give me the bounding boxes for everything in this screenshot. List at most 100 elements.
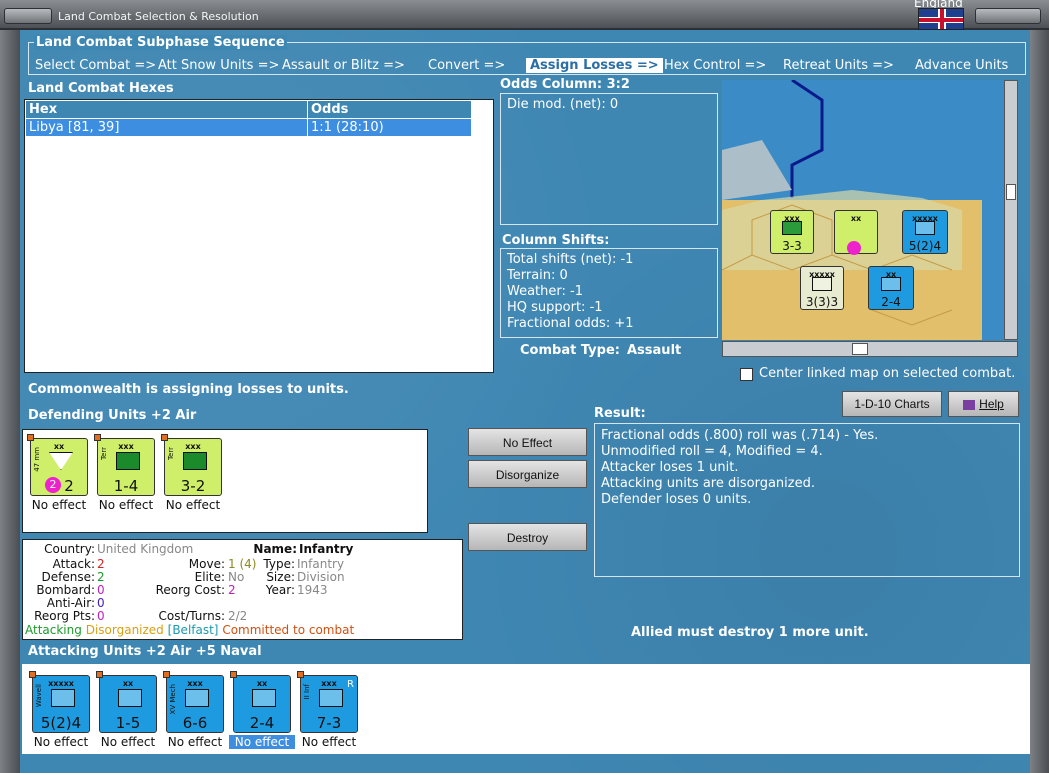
reorg-pts-key: Reorg Pts:: [34, 609, 95, 623]
result-line: Attacking units are disorganized.: [601, 476, 815, 491]
odds-cell[interactable]: 1:1 (28:10): [307, 118, 472, 137]
destroy-button[interactable]: Destroy: [468, 523, 587, 551]
map-unit[interactable]: xx 2-4: [868, 266, 914, 310]
result-line: Unmodified roll = 4, Modified = 4.: [601, 444, 823, 459]
unit-stats: 5(2)4: [40, 714, 82, 732]
seq-assault-or-blitz[interactable]: Assault or Blitz =>: [282, 58, 405, 73]
para-triangle-icon: [49, 452, 73, 470]
territorial-icon: [183, 452, 207, 470]
year-key: Year:: [265, 583, 295, 597]
seq-att-snow-units[interactable]: Att Snow Units =>: [158, 58, 279, 73]
no-effect-button[interactable]: No Effect: [468, 428, 587, 456]
col-hex[interactable]: Hex: [25, 100, 308, 119]
attacking-unit-selected[interactable]: xx 2-4: [230, 671, 293, 735]
move-value: 1 (4): [228, 557, 257, 571]
disorganize-button[interactable]: Disorganize: [468, 460, 587, 488]
col-odds[interactable]: Odds: [307, 100, 472, 119]
center-map-checkbox[interactable]: [740, 368, 753, 381]
infantry-icon: [252, 689, 276, 707]
unit-corps: xx: [256, 679, 268, 688]
unit-side-label: Terr: [167, 447, 175, 461]
reorg-pts-value: 0: [97, 609, 105, 623]
combat-map[interactable]: xxx 3-3 xx xxxxx 5(2)4 xxxxx 3(3)3 xx 2-…: [722, 80, 1018, 340]
unit-side-label: Terr: [100, 447, 108, 461]
unit-status-line: Attacking Disorganized [Belfast] Committ…: [25, 623, 354, 637]
unit-caption: No effect: [31, 498, 87, 512]
odds-box: Die mod. (net): 0: [500, 93, 718, 225]
map-scrollbar-v[interactable]: [1004, 80, 1018, 340]
seq-convert[interactable]: Convert =>: [428, 58, 505, 73]
unit-stats: 7-3: [316, 714, 342, 732]
unit-caption: No effect: [100, 735, 156, 749]
defense-key: Defense:: [41, 570, 95, 584]
size-key: Size:: [266, 570, 295, 584]
unit-stats: 2: [64, 477, 74, 495]
attack-value: 2: [97, 557, 105, 571]
map-scroll-thumb-v[interactable]: [1006, 184, 1016, 200]
hex-cell[interactable]: Libya [81, 39]: [25, 118, 308, 137]
shift-hq-support: HQ support: -1: [507, 300, 603, 315]
map-unit[interactable]: xxxxx 3(3)3: [800, 266, 844, 310]
map-unit-corps: xx: [850, 214, 862, 223]
cost-turns-key: Cost/Turns:: [158, 609, 225, 623]
shifts-title: Column Shifts:: [502, 233, 610, 248]
infantry-icon: [812, 277, 832, 291]
unit-caption: No effect: [301, 735, 357, 749]
window-menu-button[interactable]: [4, 8, 52, 24]
hq-icon: [51, 689, 75, 707]
charts-button[interactable]: 1-D-10 Charts: [842, 391, 942, 417]
unit-marker: [94, 434, 101, 441]
close-button[interactable]: [975, 8, 1041, 24]
help-button[interactable]: Help: [948, 391, 1019, 417]
defending-unit[interactable]: xxx Terr 3-2: [161, 434, 222, 496]
infantry-icon: [118, 689, 142, 707]
unit-stats: 1-5: [115, 714, 141, 732]
map-unit[interactable]: xx: [834, 210, 878, 255]
attacking-unit[interactable]: xxx XV Mech 6-6: [163, 671, 224, 733]
seq-advance-units[interactable]: Advance Units: [915, 58, 1008, 73]
map-unit-stats: 5(2)4: [908, 239, 942, 253]
map-unit-stats: 2-4: [881, 295, 901, 309]
title-bar: Land Combat Selection & Resolution: [0, 0, 1049, 30]
seq-hex-control[interactable]: Hex Control =>: [664, 58, 766, 73]
map-unit[interactable]: xxx 3-3: [770, 210, 814, 254]
attacking-unit[interactable]: xxxxx Wavell 5(2)4: [29, 671, 90, 733]
unit-marker: [161, 434, 168, 441]
name-value: Infantry: [299, 542, 354, 556]
unit-stats: 1-4: [113, 477, 139, 495]
seq-retreat-units[interactable]: Retreat Units =>: [783, 58, 894, 73]
unit-side-label: II Inf: [303, 684, 311, 700]
unit-marker: [297, 671, 304, 678]
unit-side-label: 47 mm: [33, 447, 41, 472]
status-committed: Committed to combat: [222, 623, 355, 637]
unit-marker: [29, 671, 36, 678]
unit-stats: 3-2: [180, 477, 206, 495]
must-destroy-message: Allied must destroy 1 more unit.: [631, 625, 869, 640]
combat-type-value: Assault: [627, 343, 682, 358]
seq-assign-losses[interactable]: Assign Losses =>: [526, 58, 663, 73]
attacking-unit[interactable]: xxx II Inf R 7-3: [297, 671, 358, 733]
defending-unit[interactable]: xxx Terr 1-4: [94, 434, 155, 496]
map-scrollbar-h[interactable]: [722, 341, 1018, 357]
left-frame: [0, 30, 20, 773]
move-key: Move:: [188, 557, 225, 571]
map-scroll-thumb-h[interactable]: [852, 343, 868, 355]
map-unit[interactable]: xxxxx 5(2)4: [902, 210, 948, 254]
shift-fractional-odds: Fractional odds: +1: [507, 316, 634, 331]
attacking-unit[interactable]: xx 1-5: [96, 671, 157, 733]
defending-unit[interactable]: xx 47 mm 2 2: [27, 434, 88, 496]
reorg-cost-value: 2: [228, 583, 236, 597]
seq-select-combat[interactable]: Select Combat =>: [35, 58, 156, 73]
unit-marker: [230, 671, 237, 678]
sequence-title: Land Combat Subphase Sequence: [34, 35, 287, 50]
table-row[interactable]: Libya [81, 39] 1:1 (28:10): [25, 118, 472, 137]
window-title: Land Combat Selection & Resolution: [58, 10, 259, 23]
defending-units-panel: xx 47 mm 2 2 No effect xxx Terr 1-4 No e…: [22, 429, 428, 533]
unit-caption: No effect: [98, 498, 154, 512]
attacking-title: Attacking Units +2 Air +5 Naval: [28, 644, 262, 659]
territorial-icon: [116, 452, 140, 470]
unit-corps: xx: [122, 679, 134, 688]
unit-marker: [163, 671, 170, 678]
status-location: [Belfast]: [167, 623, 219, 637]
name-key: Name:: [253, 542, 297, 556]
